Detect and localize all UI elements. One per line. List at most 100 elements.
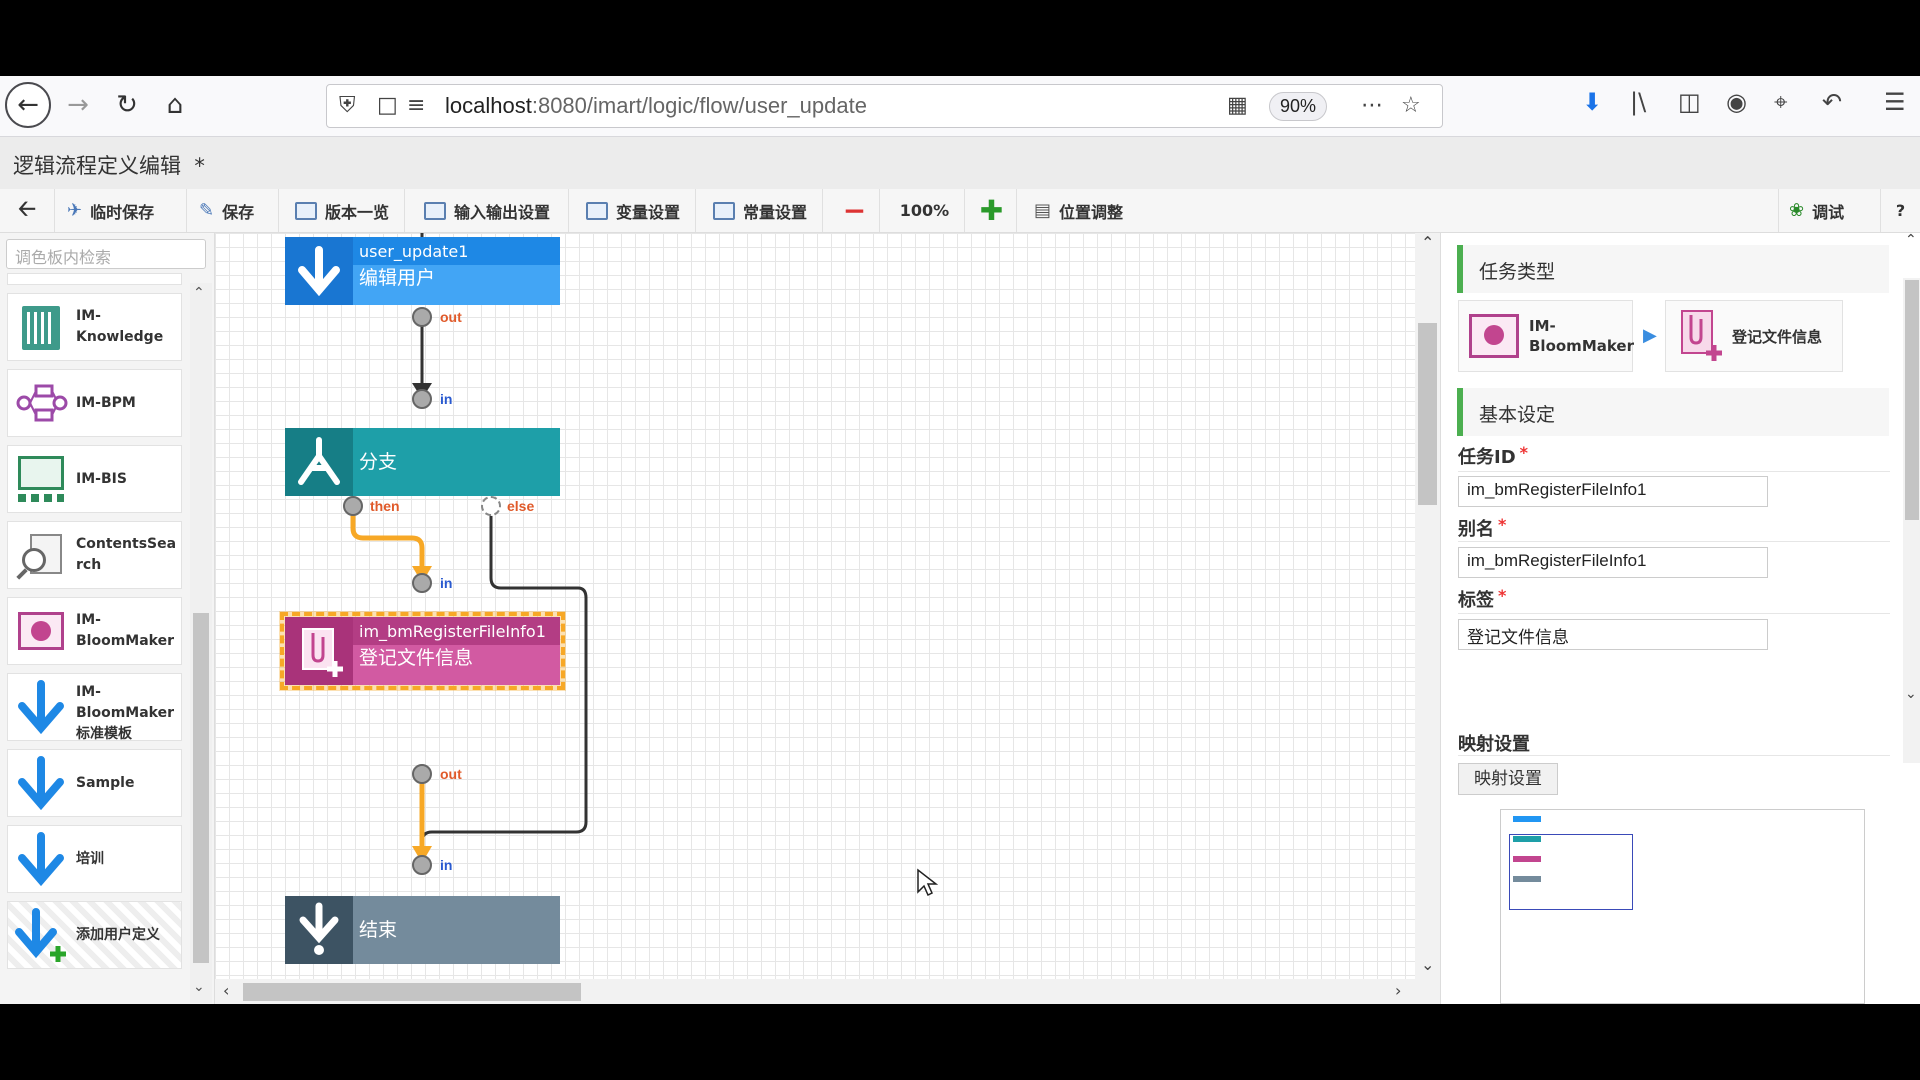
scroll-right-icon[interactable]: › [1395,981,1401,1000]
palette-item-im-bis[interactable]: IM-BIS [7,445,182,513]
sidebar-icon[interactable]: ◫ [1678,88,1701,116]
canvas-hscroll-thumb[interactable] [243,983,581,1001]
debug-button[interactable]: ❀ 调试 [1778,189,1870,232]
var-settings-button[interactable]: 变量设置 [576,189,696,232]
shield-icon[interactable]: ⛨ [339,93,356,118]
back-icon[interactable]: ← [5,82,51,128]
flow-canvas[interactable]: user_update1 编辑用户 out in 分支 then else in… [215,233,1415,1004]
scroll-down-icon[interactable]: ⌄ [1905,686,1917,702]
undo-icon[interactable]: ↶ [1822,88,1842,116]
library-icon[interactable]: |\ [1630,88,1646,116]
menu-icon[interactable]: ☰ [1884,88,1906,116]
browser-toolbar: ← → ↻ ⌂ ⛨ □ ≡ localhost:8080/imart/logic… [0,76,1920,137]
palette-item-im-bpm[interactable]: IM-BPM [7,369,182,437]
screenshot-icon[interactable]: ⌖ [1774,88,1788,116]
task-id-label: 任务ID * [1458,443,1529,468]
port-in[interactable] [412,573,432,593]
align-icon: ▤ [1034,200,1052,221]
palette-item-add-user-defined[interactable]: 添加用户定义 [7,901,182,969]
bloommaker-icon [14,604,68,658]
port-else-label: else [507,498,535,514]
flow-node-start[interactable]: user_update1 编辑用户 [285,237,560,305]
save-button[interactable]: ✎ 保存 [189,189,279,232]
mapping-settings-button[interactable]: 映射设置 [1458,763,1558,795]
port-out[interactable] [412,307,432,327]
branch-icon [285,428,353,496]
divider [1458,613,1890,614]
help-button[interactable]: ? [1880,189,1920,232]
chevron-right-icon: ▶ [1643,325,1657,346]
position-adjust-button[interactable]: ▤ 位置调整 [1024,189,1144,232]
download-icon[interactable]: ⬇ [1582,88,1602,116]
flow-node-task-selected[interactable]: im_bmRegisterFileInfo1 登记文件信息 [280,612,565,690]
palette-panel: 调色板内检索 IM-Knowledge IM-BPM IM-BIS Conten… [0,233,215,1004]
task-id-input[interactable]: im_bmRegisterFileInfo1 [1458,476,1768,507]
port-in-label: in [440,857,453,873]
flow-minimap[interactable] [1500,809,1865,1004]
section-header-basic: 基本设定 [1457,388,1889,436]
forward-icon[interactable]: → [55,82,101,128]
properties-panel: 任务类型 IM-BloomMaker ▶ 登记文件信息 基本设定 任务ID * i… [1440,232,1920,1004]
flow-node-branch[interactable]: 分支 [285,428,560,496]
bpm-icon [14,376,68,430]
port-out-label: out [440,309,462,325]
port-in[interactable] [412,855,432,875]
qr-code-icon[interactable]: ▦ [1227,93,1248,118]
minimap-viewport[interactable] [1509,834,1633,910]
minimap-node-start [1513,816,1541,822]
url-bar[interactable]: ⛨ □ ≡ localhost:8080/imart/logic/flow/us… [326,84,1443,128]
scroll-down-icon[interactable]: ⌄ [193,979,205,995]
canvas-horizontal-scrollbar[interactable]: ‹ › [215,979,1415,1004]
divider [1458,471,1890,472]
port-out-label: out [440,766,462,782]
scroll-down-icon[interactable]: ⌄ [1421,955,1434,974]
port-in[interactable] [412,389,432,409]
back-arrow-icon[interactable]: 🡠 [0,189,55,232]
bookmark-star-icon[interactable]: ☆ [1401,93,1421,118]
scroll-up-icon[interactable]: ⌃ [1905,232,1917,248]
properties-scrollbar[interactable]: ⌃ ⌄ [1903,232,1920,763]
canvas-vertical-scrollbar[interactable]: ⌃ ⌄ [1415,233,1440,1004]
scroll-up-icon[interactable]: ⌃ [1421,233,1434,252]
scroll-left-icon[interactable]: ‹ [223,981,229,1000]
connector-then[interactable] [350,506,425,575]
palette-item-sample[interactable]: Sample [7,749,182,817]
palette-item-contentssearch[interactable]: ContentsSearch [7,521,182,589]
register-file-icon [1676,309,1724,363]
end-icon [285,896,353,964]
version-list-button[interactable]: 版本一览 [285,189,405,232]
canvas-vscroll-thumb[interactable] [1418,323,1437,505]
reload-icon[interactable]: ↻ [104,82,150,128]
url-text[interactable]: localhost:8080/imart/logic/flow/user_upd… [445,93,867,119]
const-settings-button[interactable]: 常量设置 [703,189,823,232]
arrow-down-icon [285,237,353,305]
window-icon [586,201,608,220]
permissions-icon[interactable]: ≡ [407,93,425,118]
zoom-out-icon[interactable]: − [830,189,880,232]
port-else[interactable] [481,496,501,516]
palette-scrollbar[interactable]: ⌃ ⌄ [190,283,212,1003]
flow-node-end[interactable]: 结束 [285,896,560,964]
palette-item-im-bloommaker-template[interactable]: IM-BloomMaker标准模板 [7,673,182,741]
task-type-child[interactable]: 登记文件信息 [1665,300,1843,372]
more-icon[interactable]: ⋯ [1361,93,1383,118]
io-settings-button[interactable]: 输入输出设置 [414,189,569,232]
palette-item-training[interactable]: 培训 [7,825,182,893]
temp-save-button[interactable]: ✈ 临时保存 [57,189,187,232]
zoom-badge[interactable]: 90% [1269,92,1327,121]
task-type-parent[interactable]: IM-BloomMaker [1458,300,1634,372]
scroll-up-icon[interactable]: ⌃ [193,285,205,301]
palette-scroll-thumb[interactable] [193,613,209,963]
properties-scroll-thumb[interactable] [1905,280,1919,520]
account-icon[interactable]: ◉ [1726,88,1747,116]
page-icon: □ [377,93,398,118]
alias-input[interactable]: im_bmRegisterFileInfo1 [1458,547,1768,578]
home-icon[interactable]: ⌂ [152,82,198,128]
port-then[interactable] [343,496,363,516]
palette-item-im-bloommaker[interactable]: IM-BloomMaker [7,597,182,665]
port-out[interactable] [412,764,432,784]
palette-item-im-knowledge[interactable]: IM-Knowledge [7,293,182,361]
tag-input[interactable]: 登记文件信息 [1458,619,1768,650]
zoom-in-icon[interactable]: ✚ [967,189,1017,232]
palette-search-input[interactable]: 调色板内检索 [6,239,206,269]
